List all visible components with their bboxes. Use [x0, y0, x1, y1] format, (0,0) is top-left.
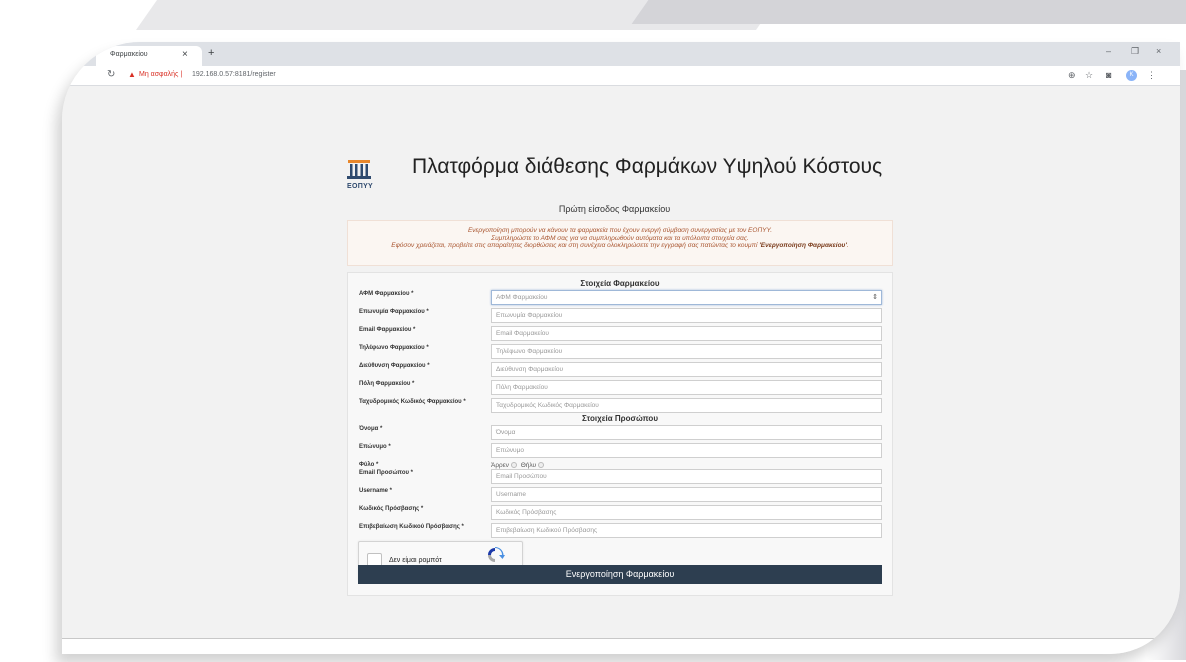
form-row-username: Username * Username [348, 487, 892, 503]
info-notice: Ενεργοποίηση μπορούν να κάνουν τα φαρμακ… [347, 220, 893, 266]
pharmacy-email-input[interactable]: Email Φαρμακείου [491, 326, 882, 341]
form-row-phone: Τηλέφωνο Φαρμακείου * Τηλέφωνο Φαρμακείο… [348, 344, 892, 360]
profile-avatar[interactable]: K [1126, 70, 1137, 81]
star-icon[interactable]: ☆ [1085, 70, 1093, 81]
pharmacy-city-input[interactable]: Πόλη Φαρμακείου [491, 380, 882, 395]
person-email-label: Email Προσώπου * [359, 470, 413, 476]
username-label: Username * [359, 488, 393, 494]
browser-window: Φαρμακείου × + – ❐ × ↻ ▲ Μη ασφαλής | 19… [62, 42, 1180, 654]
status-bar [62, 638, 1180, 654]
password-confirm-input[interactable]: Επιβεβαίωση Κωδικού Πρόσβασης [491, 523, 882, 538]
pharmacy-email-label: Email Φαρμακείου * [359, 327, 416, 333]
gender-male-radio[interactable] [510, 462, 517, 469]
form-row-city: Πόλη Φαρμακείου * Πόλη Φαρμακείου [348, 380, 892, 396]
form-row-first-name: Όνομα * Όνομα [348, 425, 892, 441]
form-row-password: Κωδικός Πρόσβασης * Κωδικός Πρόσβασης [348, 505, 892, 521]
first-name-input[interactable]: Όνομα [491, 425, 882, 440]
surname-label: Επώνυμο * [359, 444, 391, 450]
pharmacy-phone-label: Τηλέφωνο Φαρμακείου * [359, 345, 429, 351]
form-row-name: Επωνυμία Φαρμακείου * Επωνυμία Φαρμακείο… [348, 308, 892, 324]
recaptcha-label: Δεν είμαι ρομπότ [389, 557, 442, 564]
form-row-person-email: Email Προσώπου * Email Προσώπου [348, 469, 892, 485]
password-label: Κωδικός Πρόσβασης * [359, 506, 424, 512]
gender-male-label: Άρρεν [491, 462, 509, 469]
gender-female-label: Θήλυ [520, 462, 537, 469]
browser-tab[interactable]: Φαρμακείου × [96, 46, 202, 66]
page-subtitle: Πρώτη είσοδος Φαρμακείου [558, 204, 671, 214]
select-caret-icon: ⇕ [872, 294, 878, 301]
gender-options: Άρρεν Θήλυ [491, 462, 546, 469]
activate-pharmacy-button[interactable]: Ενεργοποίηση Φαρμακείου [358, 565, 882, 584]
close-window-icon[interactable]: × [1156, 46, 1161, 56]
form-row-password-confirm: Επιβεβαίωση Κωδικού Πρόσβασης * Επιβεβαί… [348, 523, 892, 539]
pharmacy-name-label: Επωνυμία Φαρμακείου * [359, 309, 429, 315]
form-row-email: Email Φαρμακείου * Email Φαρμακείου [348, 326, 892, 342]
section-title-pharmacy: Στοιχεία Φαρμακείου [580, 279, 660, 288]
more-menu-icon[interactable]: ⋮ [1147, 70, 1156, 81]
page-content: ΕΟΠΥΥ Πλατφόρμα διάθεσης Φαρμάκων Υψηλού… [62, 87, 1180, 654]
person-email-input[interactable]: Email Προσώπου [491, 469, 882, 484]
form-row-surname: Επώνυμο * Επώνυμο [348, 443, 892, 459]
section-title-person: Στοιχεία Προσώπου [582, 414, 658, 423]
pharmacy-phone-input[interactable]: Τηλέφωνο Φαρμακείου [491, 344, 882, 359]
tab-close-icon[interactable]: × [182, 49, 188, 60]
minimize-icon[interactable]: – [1106, 46, 1111, 56]
decorative-stripe [631, 0, 1186, 24]
insecure-label[interactable]: Μη ασφαλής | [139, 71, 182, 78]
notice-line: Ενεργοποίηση μπορούν να κάνουν τα φαρμακ… [467, 227, 773, 234]
gender-label: Φύλο * [359, 462, 379, 468]
reload-icon[interactable]: ↻ [107, 69, 115, 80]
new-tab-icon[interactable]: + [208, 47, 214, 59]
tab-bar: Φαρμακείου × + – ❐ × [62, 42, 1180, 66]
form-row-address: Διεύθυνση Φαρμακείου * Διεύθυνση Φαρμακε… [348, 362, 892, 378]
url-text[interactable]: 192.168.0.57:8181/register [192, 71, 276, 78]
afm-select[interactable]: ΑΦΜ Φαρμακείου ⇕ [491, 290, 882, 305]
first-name-label: Όνομα * [359, 426, 383, 432]
afm-label: ΑΦΜ Φαρμακείου * [359, 291, 414, 297]
password-input[interactable]: Κωδικός Πρόσβασης [491, 505, 882, 520]
notice-line: Συμπληρώστε το ΑΦΜ σας για να συμπληρωθο… [491, 234, 749, 242]
tab-title: Φαρμακείου [110, 51, 148, 58]
password-confirm-label: Επιβεβαίωση Κωδικού Πρόσβασης * [359, 524, 464, 530]
registration-form: Στοιχεία Φαρμακείου ΑΦΜ Φαρμακείου * ΑΦΜ… [347, 272, 893, 596]
camera-icon[interactable]: ◙ [1106, 70, 1111, 80]
zoom-icon[interactable]: ⊕ [1068, 70, 1076, 81]
form-row-postal: Ταχυδρομικός Κωδικός Φαρμακείου * Ταχυδρ… [348, 398, 892, 414]
pharmacy-postal-input[interactable]: Ταχυδρομικός Κωδικός Φαρμακείου [491, 398, 882, 413]
logo-text: ΕΟΠΥΥ [347, 183, 374, 190]
browser-toolbar: ↻ ▲ Μη ασφαλής | 192.168.0.57:8181/regis… [62, 66, 1180, 86]
username-input[interactable]: Username [491, 487, 882, 502]
pharmacy-name-input[interactable]: Επωνυμία Φαρμακείου [491, 308, 882, 323]
pharmacy-address-label: Διεύθυνση Φαρμακείου * [359, 363, 430, 369]
restore-icon[interactable]: ❐ [1131, 46, 1139, 57]
pharmacy-city-label: Πόλη Φαρμακείου * [359, 381, 415, 387]
warning-icon: ▲ [128, 70, 136, 79]
address-bar[interactable]: ▲ Μη ασφαλής | 192.168.0.57:8181/registe… [122, 69, 952, 83]
notice-line: Εφόσον χρειάζεται, προβείτε στις απαραίτ… [391, 242, 849, 249]
surname-input[interactable]: Επώνυμο [491, 443, 882, 458]
pharmacy-address-input[interactable]: Διεύθυνση Φαρμακείου [491, 362, 882, 377]
form-row-afm: ΑΦΜ Φαρμακείου * ΑΦΜ Φαρμακείου ⇕ [348, 290, 892, 306]
page-title: Πλατφόρμα διάθεσης Φαρμάκων Υψηλού Κόστο… [412, 155, 883, 178]
recaptcha-logo-icon [488, 547, 505, 562]
gender-female-radio[interactable] [538, 462, 545, 469]
pharmacy-postal-label: Ταχυδρομικός Κωδικός Φαρμακείου * [359, 399, 466, 405]
